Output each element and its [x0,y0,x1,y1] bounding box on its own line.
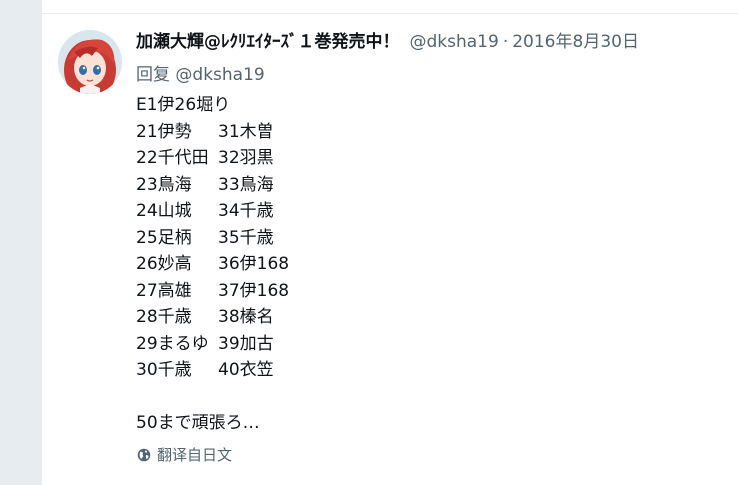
text-cell: 36伊168 [218,254,290,274]
text-line: 21伊勢 31木曽 [136,119,289,146]
text-cell: 25足柄 [136,227,192,248]
text-cell: 38榛名 [218,307,274,327]
reply-mention-link[interactable]: @dksha19 [175,65,264,85]
text-line: 50まで頑張ろ… [136,413,260,433]
text-line: E1伊26堀り [136,95,231,115]
text-cell: 23鳥海 [136,174,192,195]
globe-icon [137,448,151,461]
text-cell: 31木曽 [218,121,274,142]
translate-link[interactable]: 翻译自日文 [137,444,232,465]
text-cell: 32羽黒 [218,148,274,168]
text-line: 28千歳 38榛名 [136,304,289,331]
separator: · [502,32,509,52]
avatar[interactable] [58,30,122,94]
reply-to: 回复 @dksha19 [136,60,265,85]
text-line: 26妙高 36伊168 [136,251,289,278]
display-name[interactable]: 加瀬大輝@ﾚｸﾘｴｲﾀｰｽﾞ１巻発売中！ [136,27,400,52]
text-line: 24山城 34千歳 [136,198,289,225]
text-cell: 27高雄 [136,280,192,301]
text-cell: 22千代田 [136,148,209,168]
reply-label: 回复 [136,65,170,85]
translate-label[interactable]: 翻译自日文 [157,444,232,465]
left-gutter [0,0,42,485]
tweet-date[interactable]: 2016年8月30日 [512,27,639,52]
text-line: 23鳥海 33鳥海 [136,172,289,199]
text-cell: 28千歳 [136,307,192,327]
text-line: 25足柄 35千歳 [136,225,289,252]
user-handle[interactable]: @dksha19 [410,32,499,52]
tweet-header: 加瀬大輝@ﾚｸﾘｴｲﾀｰｽﾞ１巻発売中！ @dksha19 · 2016年8月3… [136,27,639,53]
text-cell: 37伊168 [218,280,290,301]
text-cell: 40衣笠 [218,360,274,380]
text-cell: 39加古 [218,333,274,354]
tweet-text: E1伊26堀り 21伊勢 31木曽 22千代田 32羽黒 23鳥海 33鳥海 24山城… [136,92,289,437]
divider [42,13,738,14]
text-line: 30千歳 40衣笠 [136,357,289,384]
text-cell: 21伊勢 [136,121,192,142]
text-cell: 26妙高 [136,254,192,274]
text-cell: 24山城 [136,201,192,221]
text-line: 27高雄 37伊168 [136,278,289,305]
text-line: 22千代田 32羽黒 [136,145,289,172]
text-cell: 34千歳 [218,201,274,221]
text-line: 29まるゆ 39加古 [136,331,289,358]
text-cell: 29まるゆ [136,333,209,354]
text-cell: 35千歳 [218,227,274,248]
text-cell: 30千歳 [136,360,192,380]
text-cell: 33鳥海 [218,174,274,195]
